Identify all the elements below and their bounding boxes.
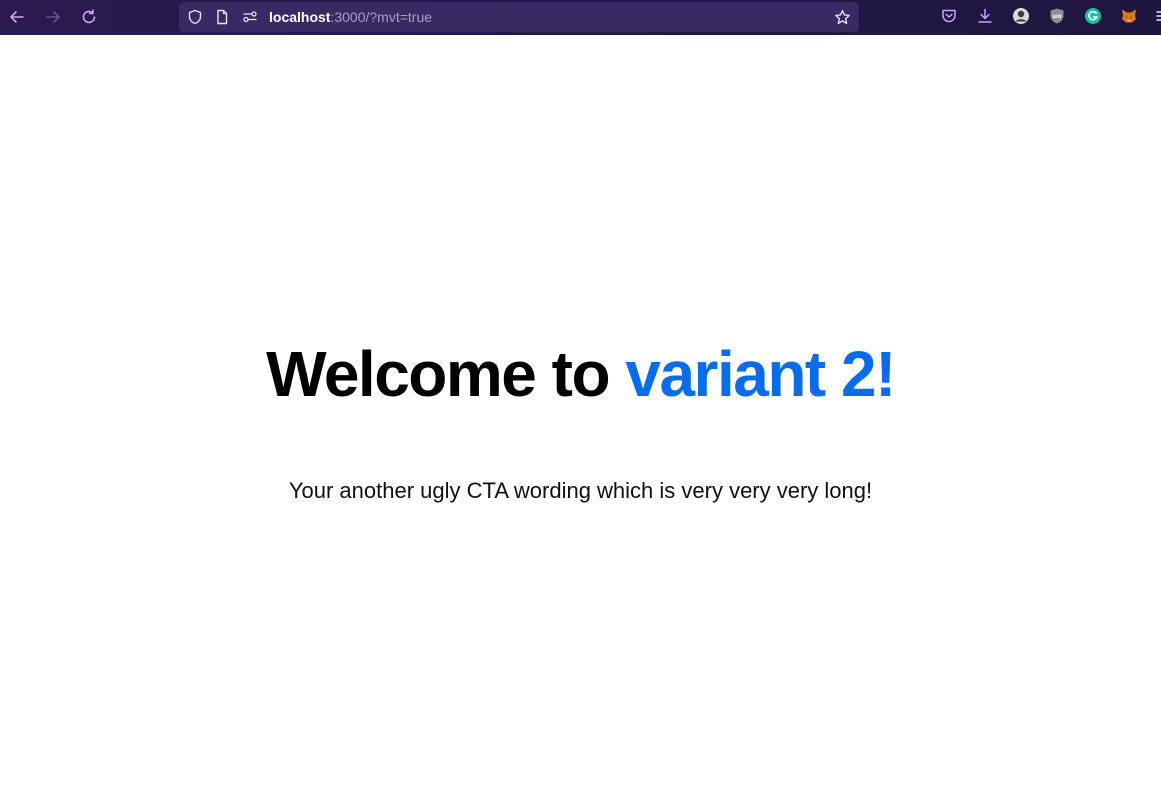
- page-icon[interactable]: [213, 8, 231, 26]
- url-host: localhost: [269, 9, 331, 25]
- svg-text:uo: uo: [1052, 12, 1062, 20]
- grammarly-icon: [1085, 8, 1101, 24]
- ublock-icon: uo: [1050, 8, 1064, 24]
- url-text[interactable]: localhost:3000/?mvt=true: [269, 8, 432, 26]
- avatar-icon: [1013, 8, 1029, 24]
- url-path: :3000/?mvt=true: [330, 9, 433, 25]
- avatar-extension[interactable]: [1010, 5, 1032, 27]
- arrow-left-icon: [10, 11, 24, 23]
- fox-icon: [1122, 9, 1136, 23]
- grammarly-extension[interactable]: [1082, 5, 1104, 27]
- browser-toolbar: localhost:3000/?mvt=true uo: [0, 0, 1161, 35]
- reload-button[interactable]: [76, 4, 102, 30]
- reload-icon: [82, 9, 96, 24]
- url-bar[interactable]: localhost:3000/?mvt=true: [179, 2, 859, 32]
- arrow-right-icon: [46, 11, 60, 23]
- metamask-extension[interactable]: [1118, 5, 1140, 27]
- download-icon: [978, 8, 992, 23]
- pocket-button[interactable]: [938, 5, 960, 27]
- headline-prefix: Welcome to: [266, 338, 626, 410]
- permissions-icon[interactable]: [241, 8, 259, 26]
- ublock-extension[interactable]: uo: [1046, 5, 1068, 27]
- shield-icon[interactable]: [186, 8, 204, 26]
- forward-button[interactable]: [40, 4, 66, 30]
- star-icon[interactable]: [833, 8, 851, 26]
- back-button[interactable]: [4, 4, 30, 30]
- headline-accent: variant 2!: [625, 338, 896, 410]
- pocket-icon: [942, 9, 956, 23]
- downloads-button[interactable]: [974, 5, 996, 27]
- page-headline: Welcome to variant 2!: [0, 336, 1161, 412]
- overflow-menu-button[interactable]: [1150, 5, 1161, 27]
- menu-icon: [1156, 11, 1161, 21]
- cta-text: Your another ugly CTA wording which is v…: [288, 478, 873, 503]
